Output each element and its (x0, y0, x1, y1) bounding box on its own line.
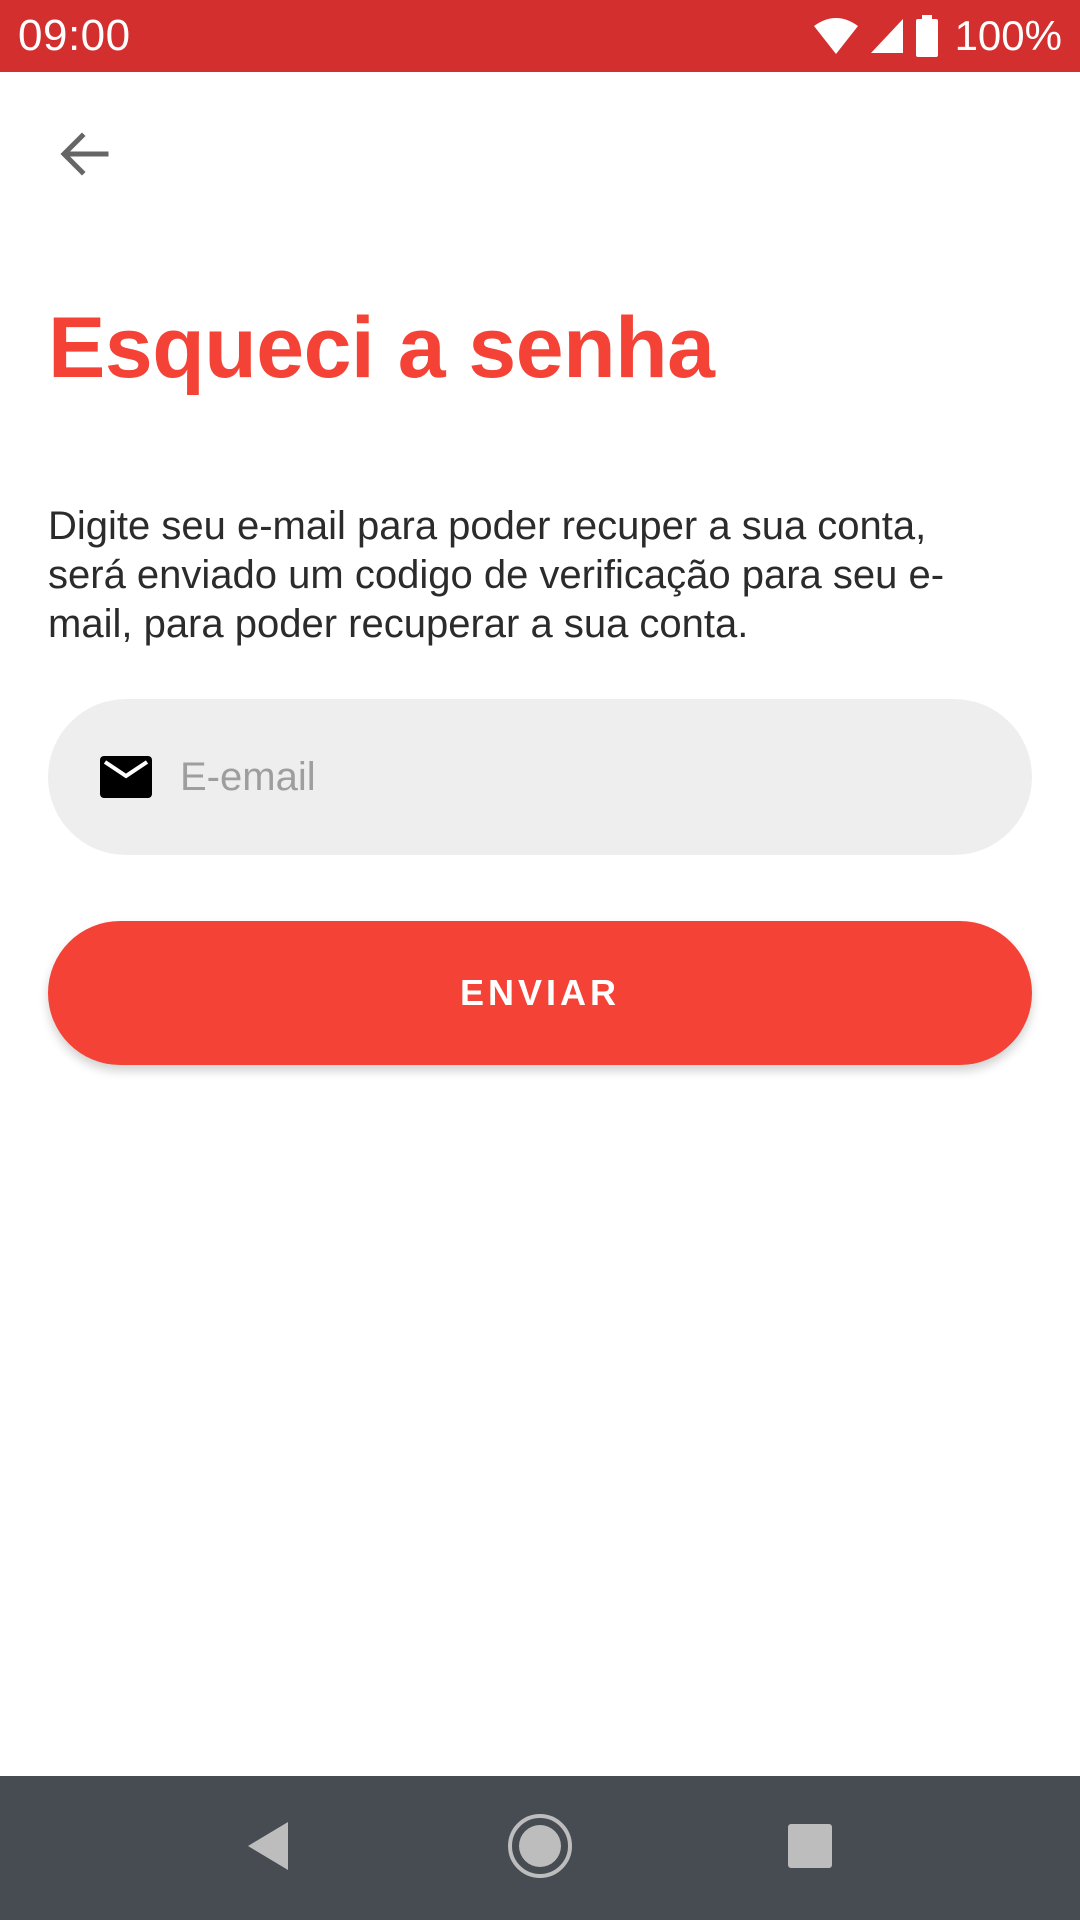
arrow-back-icon (58, 128, 110, 185)
status-bar: 09:00 100% (0, 0, 1080, 72)
battery-icon (915, 15, 939, 57)
back-button[interactable] (44, 116, 124, 196)
nav-back-button[interactable] (226, 1806, 310, 1890)
wifi-icon (813, 16, 859, 56)
battery-percentage: 100% (954, 12, 1062, 59)
recents-square-icon (786, 1822, 834, 1875)
email-field[interactable] (48, 699, 1032, 855)
email-input[interactable] (180, 747, 940, 807)
nav-recents-button[interactable] (768, 1806, 852, 1890)
page-title: Esqueci a senha (48, 300, 715, 396)
mail-icon (100, 756, 152, 798)
home-circle-icon (506, 1812, 574, 1885)
nav-home-button[interactable] (498, 1806, 582, 1890)
back-triangle-icon (244, 1820, 292, 1877)
send-button[interactable]: ENVIAR (48, 921, 1032, 1065)
instructions-text: Digite seu e-mail para poder recuper a s… (48, 504, 945, 646)
forgot-password-screen: 09:00 100% Esqueci a senha Digite seu e-… (0, 0, 1080, 1920)
cell-signal-icon (869, 17, 905, 55)
status-time: 09:00 (18, 11, 131, 60)
navigation-bar (0, 1776, 1080, 1920)
status-icons: 100% (813, 0, 1062, 72)
